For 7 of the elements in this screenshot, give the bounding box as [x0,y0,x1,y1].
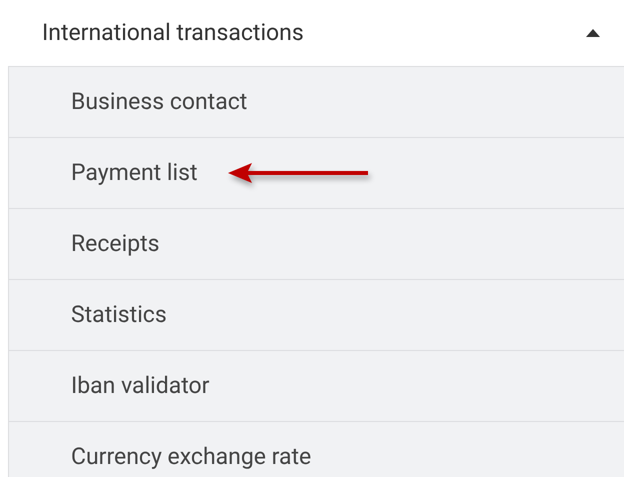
caret-up-icon [586,29,600,37]
submenu-item[interactable]: Receipts [71,226,160,262]
submenu-item[interactable]: Business contact [71,84,248,120]
submenu-item[interactable]: Currency exchange rate [71,440,312,474]
submenu-item[interactable]: Payment list [71,156,198,190]
submenu-item[interactable]: Statistics [71,298,167,332]
submenu-item[interactable]: Iban validator [71,368,210,404]
